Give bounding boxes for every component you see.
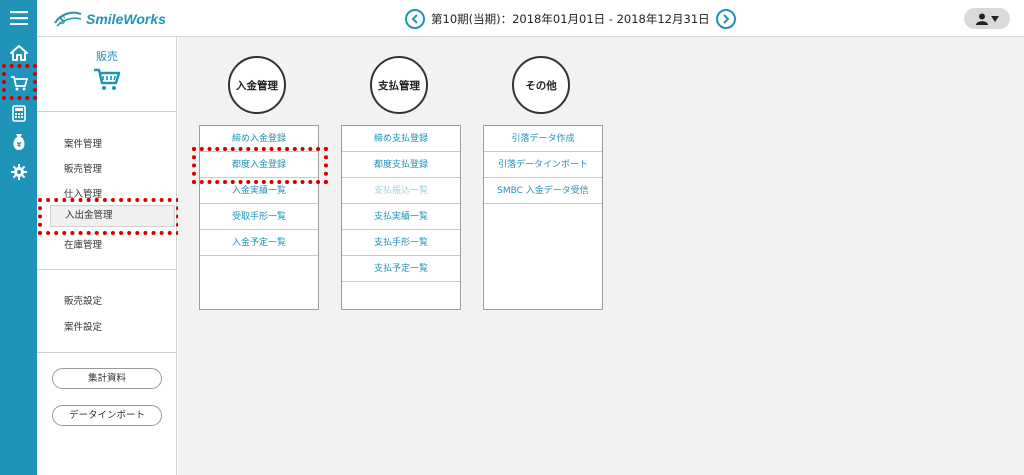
menu-item-都度支払登録[interactable]: 都度支払登録	[342, 152, 460, 178]
group-title-その他: その他	[512, 56, 570, 114]
menu-box-入金管理: 締め入金登録 都度入金登録 入金実績一覧 受取手形一覧 入金予定一覧	[199, 125, 319, 310]
menu-item-受取手形一覧[interactable]: 受取手形一覧	[200, 204, 318, 230]
menu-item-締め支払登録[interactable]: 締め支払登録	[342, 126, 460, 152]
sidebar-panel: 販売 案件管理 販売管理 仕入管理 入出金管理 在庫管理 販売設定 案件設定 集…	[37, 37, 177, 475]
menu-icon[interactable]	[0, 3, 37, 33]
menu-item-smbc-入金データ受信[interactable]: SMBC 入金データ受信	[484, 178, 602, 204]
icon-rail: ¥	[0, 0, 37, 475]
caret-down-icon	[990, 15, 999, 22]
menu-item-支払振込一覧: 支払振込一覧	[342, 178, 460, 204]
sidebar-item-案件管理[interactable]: 案件管理	[64, 136, 102, 150]
top-bar: S SmileWorks 第10期(当期)：2018年01月01日 - 2018…	[37, 0, 1024, 37]
sidebar-item-入出金管理[interactable]: 入出金管理	[50, 205, 175, 227]
menu-item-支払手形一覧[interactable]: 支払手形一覧	[342, 230, 460, 256]
svg-text:¥: ¥	[16, 141, 21, 149]
user-icon	[975, 13, 988, 25]
divider	[37, 352, 177, 353]
group-title-支払管理: 支払管理	[370, 56, 428, 114]
chevron-left-icon	[411, 14, 418, 24]
period-selector: 第10期(当期)：2018年01月01日 - 2018年12月31日	[405, 8, 736, 30]
menu-box-支払管理: 締め支払登録 都度支払登録 支払振込一覧 支払実績一覧 支払手形一覧 支払予定一…	[341, 125, 461, 310]
menu-item-入金実績一覧[interactable]: 入金実績一覧	[200, 178, 318, 204]
cart-icon[interactable]	[0, 68, 37, 98]
previous-period-button[interactable]	[405, 9, 425, 29]
app-logo[interactable]: S SmileWorks	[53, 9, 166, 29]
menu-item-締め入金登録[interactable]: 締め入金登録	[200, 126, 318, 152]
data-import-button[interactable]: データインポート	[52, 405, 162, 426]
logo-text: SmileWorks	[86, 11, 166, 27]
group-title-入金管理: 入金管理	[228, 56, 286, 114]
divider	[37, 269, 177, 270]
chevron-right-icon	[722, 14, 730, 24]
cart-icon	[93, 67, 121, 95]
menu-box-その他: 引落データ作成 引落データインポート SMBC 入金データ受信	[483, 125, 603, 310]
menu-item-引落データ作成[interactable]: 引落データ作成	[484, 126, 602, 152]
next-period-button[interactable]	[715, 9, 736, 29]
calculator-icon[interactable]	[0, 98, 37, 128]
divider	[37, 111, 177, 112]
money-bag-icon[interactable]: ¥	[0, 127, 37, 157]
svg-text:S: S	[59, 13, 66, 27]
sidebar-item-販売設定[interactable]: 販売設定	[64, 293, 102, 307]
user-menu-button[interactable]	[964, 8, 1010, 29]
main-content: 入金管理 支払管理 その他 締め入金登録 都度入金登録 入金実績一覧 受取手形一…	[178, 37, 1024, 475]
period-label: 第10期(当期)：2018年01月01日 - 2018年12月31日	[431, 12, 710, 26]
sidebar-item-仕入管理[interactable]: 仕入管理	[64, 186, 102, 200]
menu-item-入金予定一覧[interactable]: 入金予定一覧	[200, 230, 318, 256]
smileworks-logo-icon: S	[54, 11, 82, 27]
menu-item-引落データインポート[interactable]: 引落データインポート	[484, 152, 602, 178]
menu-item-都度入金登録[interactable]: 都度入金登録	[200, 152, 318, 178]
gear-icon[interactable]	[0, 157, 37, 187]
home-icon[interactable]	[0, 38, 37, 68]
sidebar-item-販売管理[interactable]: 販売管理	[64, 161, 102, 175]
sidebar-title: 販売	[96, 50, 118, 63]
menu-item-支払実績一覧[interactable]: 支払実績一覧	[342, 204, 460, 230]
menu-item-支払予定一覧[interactable]: 支払予定一覧	[342, 256, 460, 282]
sidebar-item-案件設定[interactable]: 案件設定	[64, 319, 102, 333]
summary-report-button[interactable]: 集計資料	[52, 368, 162, 389]
sidebar-item-在庫管理[interactable]: 在庫管理	[64, 237, 102, 251]
